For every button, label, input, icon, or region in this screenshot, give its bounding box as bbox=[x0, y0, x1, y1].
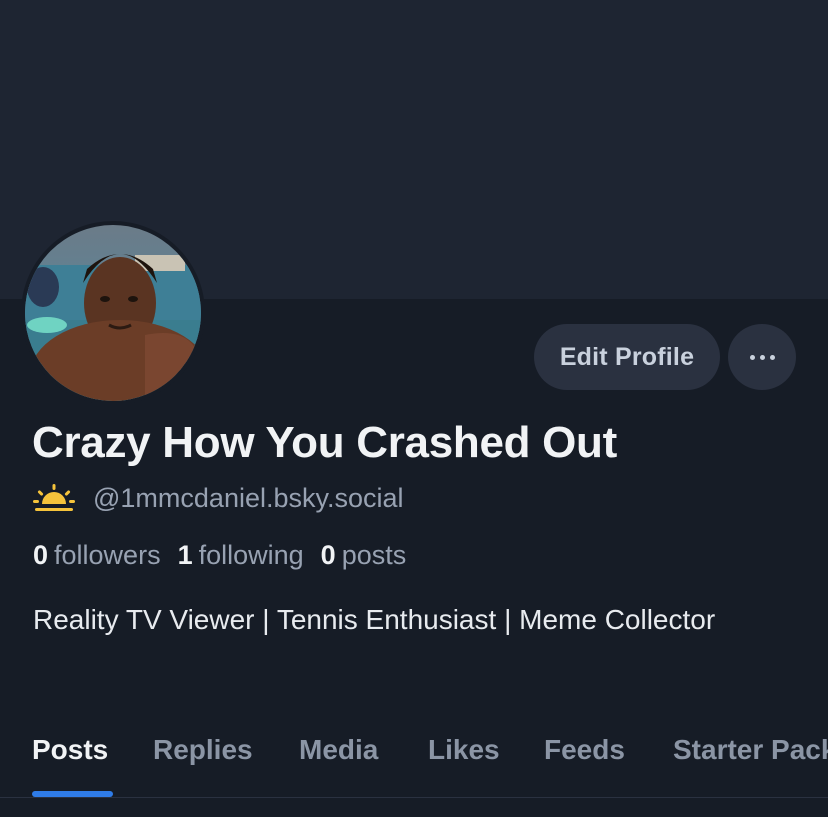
tab-media[interactable]: Media bbox=[299, 734, 378, 766]
tab-starter-packs[interactable]: Starter Packs bbox=[673, 734, 828, 766]
tab-likes[interactable]: Likes bbox=[428, 734, 500, 766]
profile-tabs: Posts Replies Media Likes Feeds Starter … bbox=[0, 728, 828, 798]
tabs-divider bbox=[0, 797, 828, 798]
avatar-photo bbox=[25, 225, 201, 401]
ellipsis-icon-dot bbox=[769, 354, 775, 360]
edit-profile-label: Edit Profile bbox=[559, 342, 695, 371]
followers-stat[interactable]: 0 followers bbox=[33, 540, 161, 571]
followers-label: followers bbox=[54, 540, 161, 570]
tab-posts[interactable]: Posts bbox=[32, 734, 108, 766]
posts-label: posts bbox=[341, 540, 407, 570]
profile-bio: Reality TV Viewer | Tennis Enthusiast | … bbox=[33, 604, 716, 635]
handle-row: @1mmcdaniel.bsky.social bbox=[33, 480, 404, 516]
profile-handle[interactable]: @1mmcdaniel.bsky.social bbox=[93, 483, 404, 514]
followers-count: 0 bbox=[33, 540, 49, 570]
profile-stats: 0 followers 1 following 0 posts bbox=[33, 540, 423, 571]
avatar[interactable] bbox=[21, 221, 205, 405]
tab-replies[interactable]: Replies bbox=[153, 734, 253, 766]
sunrise-icon bbox=[33, 484, 75, 511]
posts-count: 0 bbox=[320, 540, 336, 570]
following-stat[interactable]: 1 following bbox=[178, 540, 304, 571]
profile-page: Edit Profile Crazy How You Crashed Out @… bbox=[0, 0, 828, 817]
tab-feeds[interactable]: Feeds bbox=[544, 734, 625, 766]
display-name: Crazy How You Crashed Out bbox=[32, 418, 617, 467]
following-label: following bbox=[198, 540, 304, 570]
ellipsis-icon bbox=[749, 354, 755, 360]
edit-profile-button[interactable]: Edit Profile bbox=[534, 324, 720, 390]
posts-stat: 0 posts bbox=[321, 540, 407, 571]
more-options-button[interactable] bbox=[728, 324, 796, 390]
following-count: 1 bbox=[177, 540, 193, 570]
ellipsis-icon-dot bbox=[759, 354, 765, 360]
